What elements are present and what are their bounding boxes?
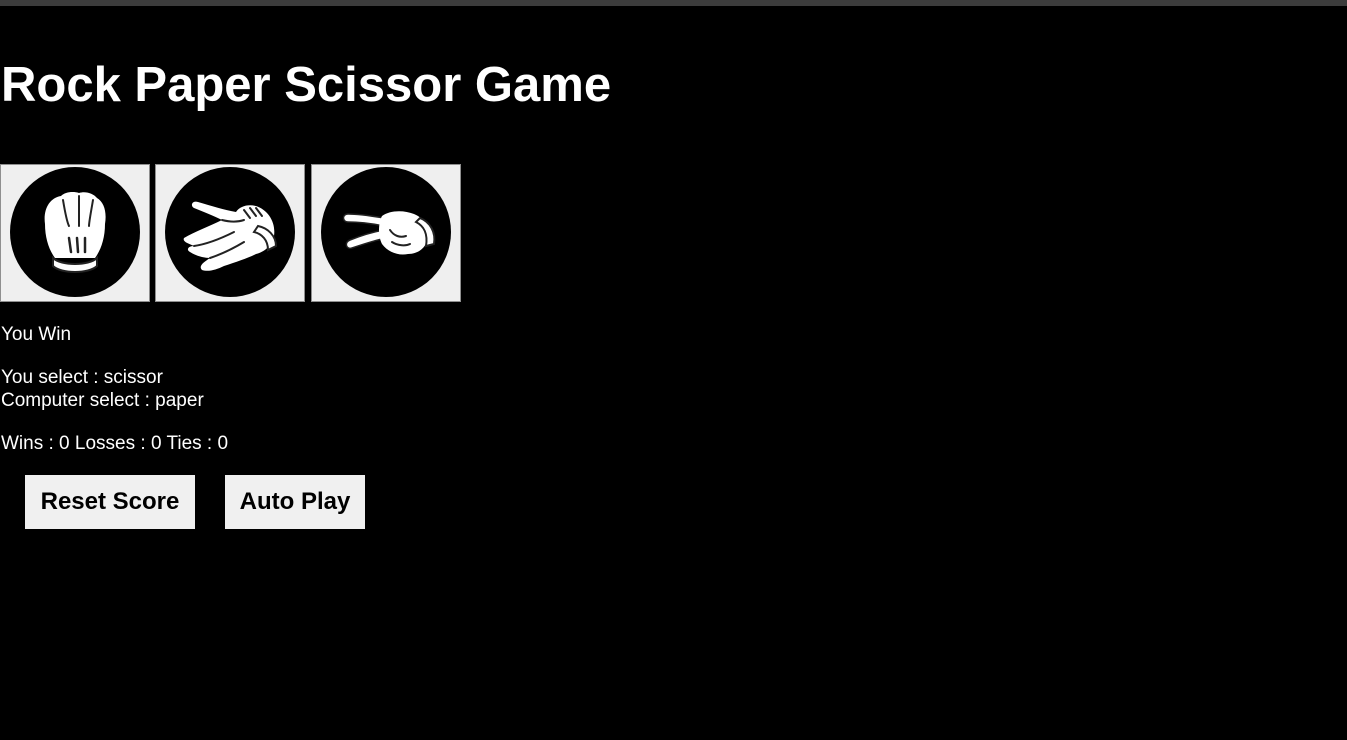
player-move-text: You select : scissor (1, 367, 163, 388)
browser-top-strip (0, 0, 1347, 6)
reset-score-button[interactable]: Reset Score (25, 475, 195, 529)
rock-button[interactable] (0, 164, 150, 302)
paper-button[interactable] (155, 164, 305, 302)
rock-hand-icon (10, 167, 140, 297)
score-text: Wins : 0 Losses : 0 Ties : 0 (1, 433, 229, 454)
scissor-button[interactable] (311, 164, 461, 302)
scissor-hand-icon (321, 167, 451, 297)
auto-play-button[interactable]: Auto Play (225, 475, 365, 529)
result-text: You Win (1, 324, 72, 345)
paper-hand-icon (165, 167, 295, 297)
page-title: Rock Paper Scissor Game (1, 58, 612, 112)
computer-move-text: Computer select : paper (1, 390, 204, 411)
